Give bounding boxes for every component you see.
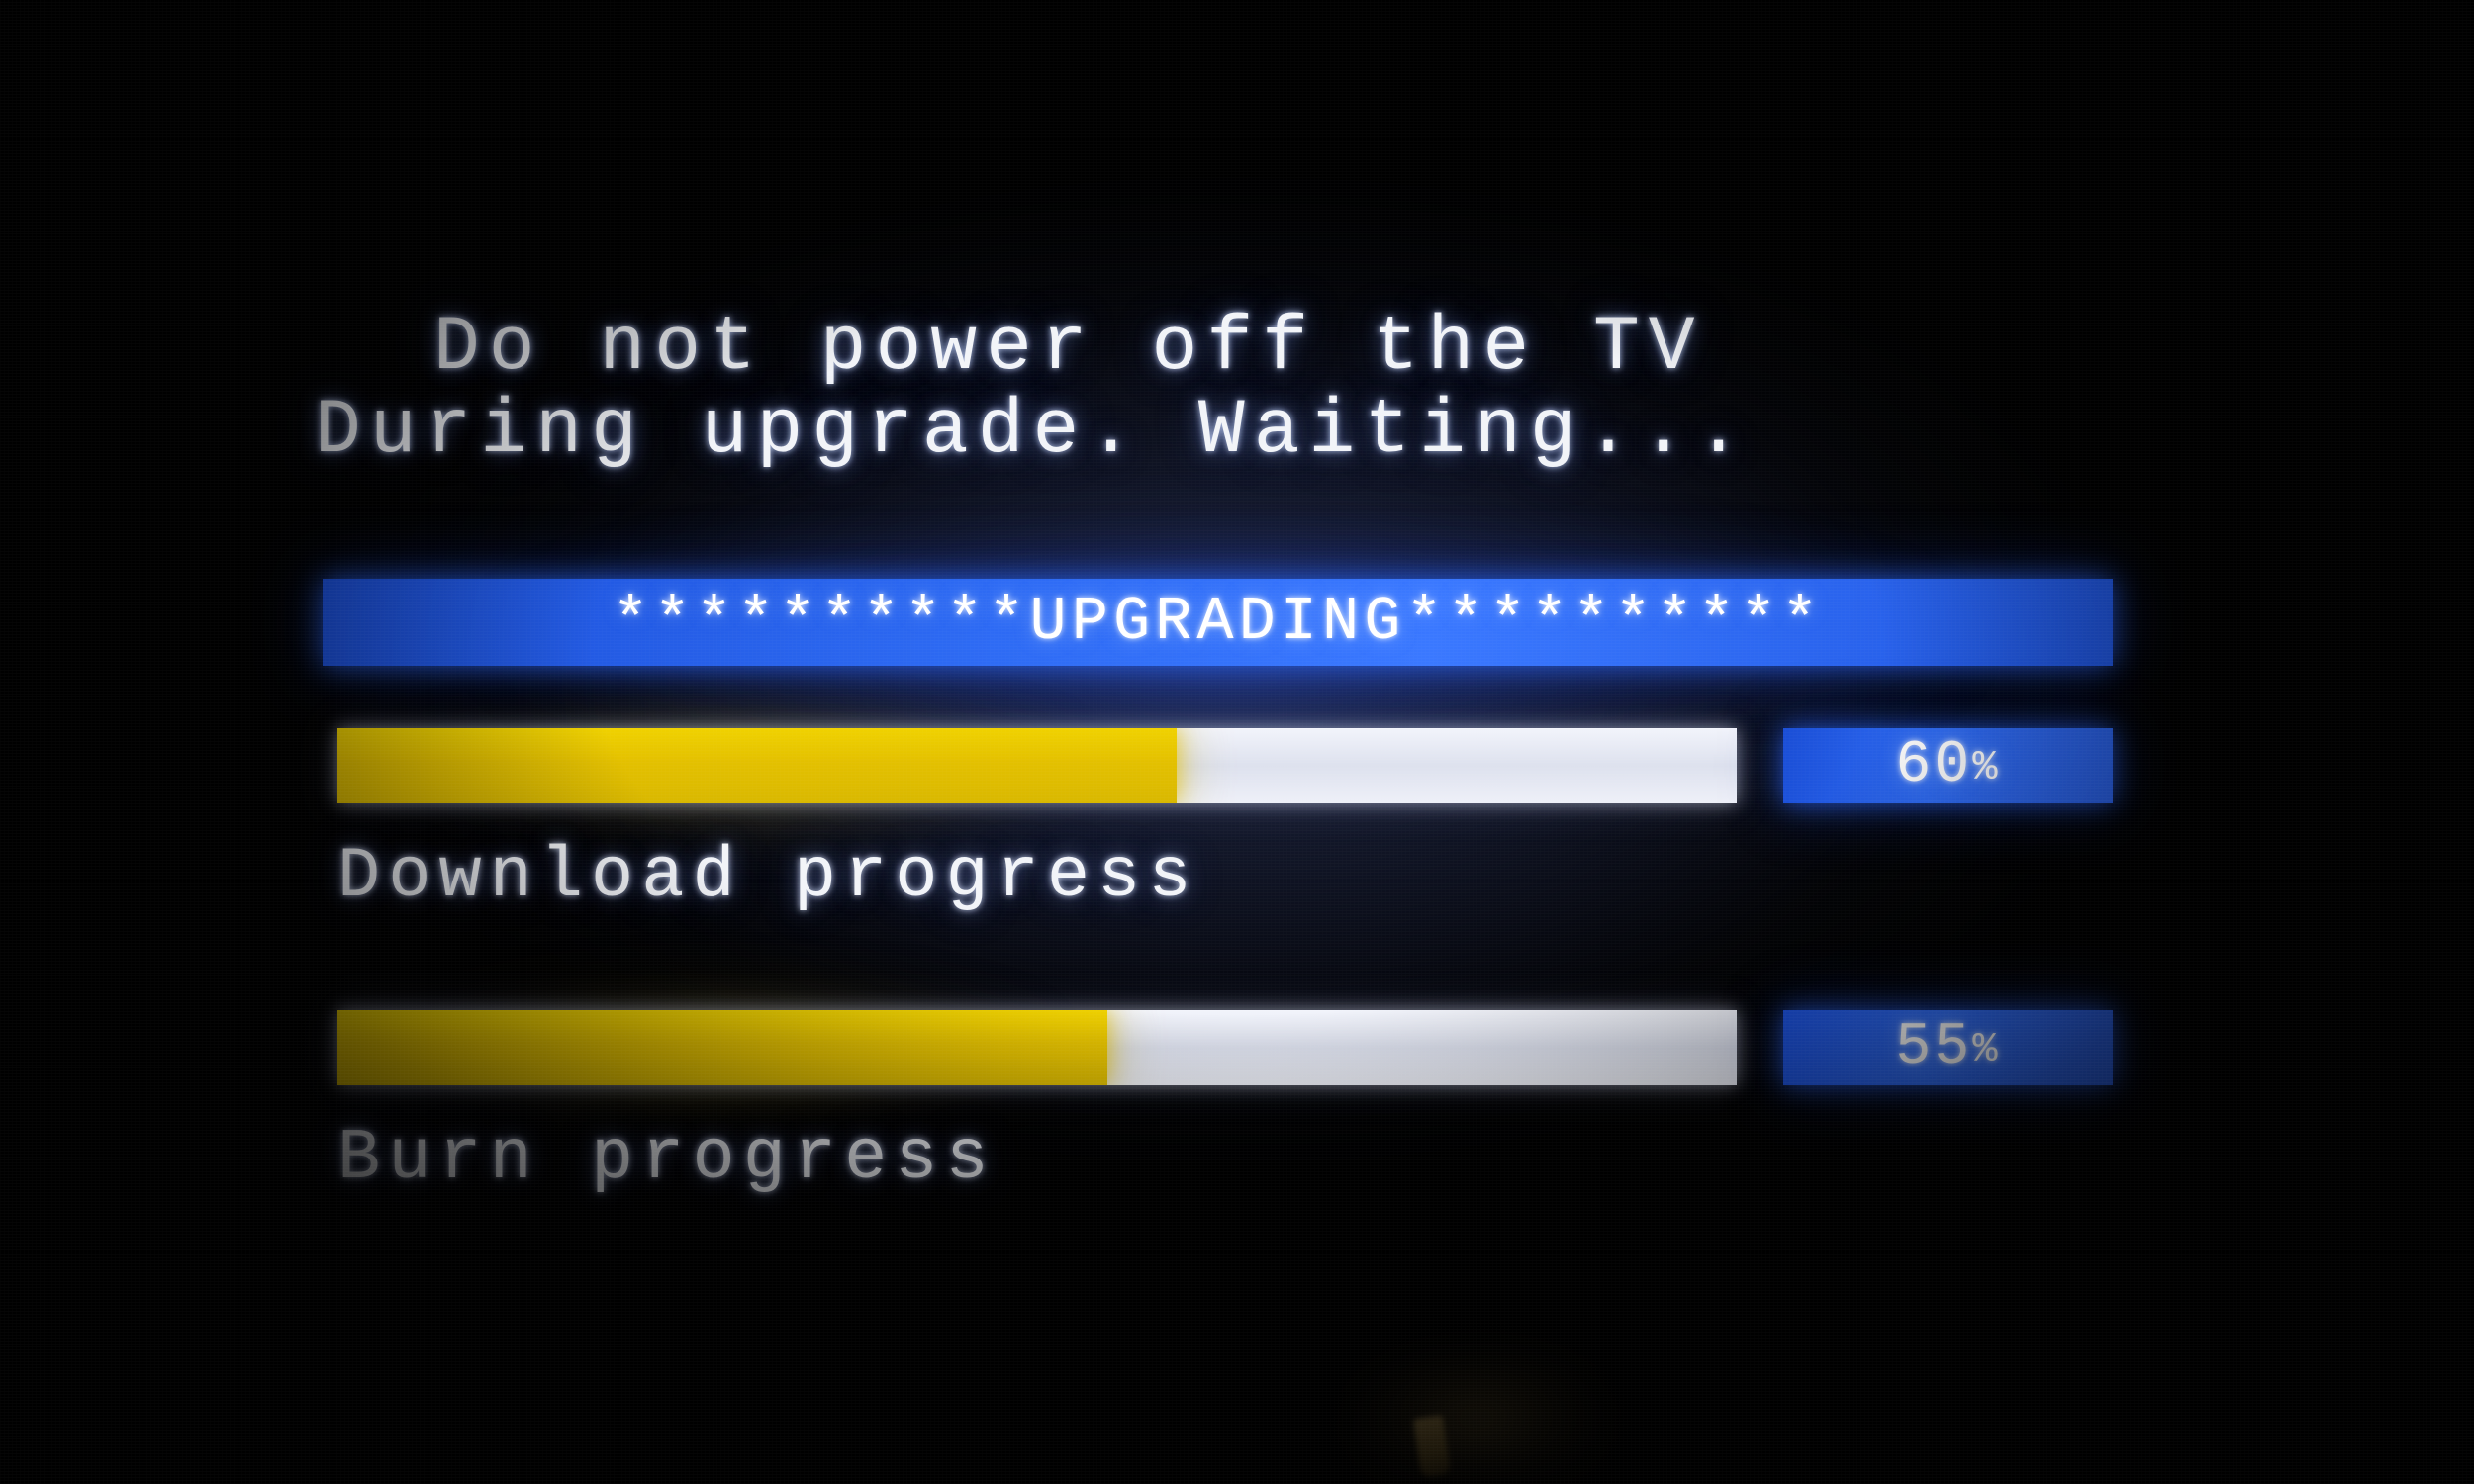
burn-progress-track [337, 1010, 1737, 1085]
download-progress-caption: Download progress [337, 836, 1199, 917]
tv-upgrade-screen: Do not power off the TV During upgrade. … [0, 0, 2474, 1484]
burn-percent-value: 55% [1895, 1014, 2001, 1081]
panel-ambient-glow [178, 119, 2296, 1266]
download-progress-track [337, 728, 1737, 803]
warning-line-2: During upgrade. Waiting... [315, 388, 1751, 475]
warning-line-1: Do not power off the TV [433, 305, 1704, 392]
download-progress-row: 60% [337, 728, 2113, 803]
burn-percent-symbol: % [1972, 1026, 2001, 1073]
upgrading-banner-label: **********UPGRADING********** [612, 587, 1824, 657]
download-progress-fill [337, 728, 1178, 803]
lens-flare-glow-icon [1272, 1306, 1687, 1484]
burn-progress-caption: Burn progress [337, 1118, 997, 1199]
lens-flare-core-icon [1412, 1415, 1452, 1478]
burn-progress-row: 55% [337, 1010, 2113, 1085]
download-percent-symbol: % [1972, 744, 2001, 791]
burn-progress-fill [337, 1010, 1107, 1085]
download-percent-value: 60% [1895, 732, 2001, 799]
burn-percent-badge: 55% [1783, 1010, 2113, 1085]
download-percent-badge: 60% [1783, 728, 2113, 803]
upgrading-banner: **********UPGRADING********** [323, 579, 2113, 666]
